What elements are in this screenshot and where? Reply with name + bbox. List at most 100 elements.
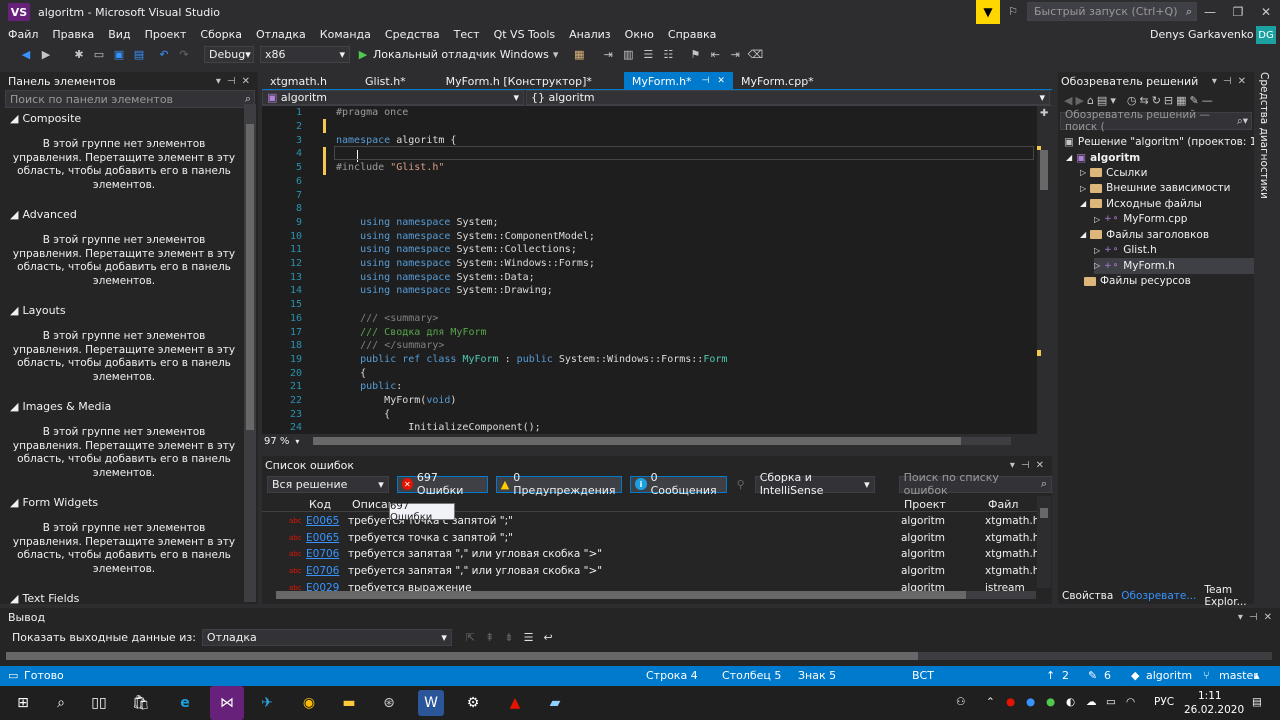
collapsed-icon[interactable]: ▷ bbox=[1094, 215, 1100, 224]
tree-item[interactable]: ▷ Ссылки bbox=[1080, 165, 1147, 181]
minimize-icon[interactable]: — bbox=[1196, 0, 1224, 24]
tray-app-icon[interactable]: ◐ bbox=[1066, 696, 1075, 708]
wifi-icon[interactable]: ◠ bbox=[1126, 696, 1135, 708]
breakpoint-window-icon[interactable]: ▥ bbox=[619, 45, 637, 63]
pin-icon[interactable]: ⊣ bbox=[702, 76, 710, 86]
code-line[interactable]: 2 bbox=[262, 120, 1037, 134]
pin-icon[interactable]: ⊣ bbox=[1249, 612, 1258, 623]
code-text[interactable]: using namespace System::ComponentModel; bbox=[336, 231, 595, 242]
maximize-icon[interactable]: ❐ bbox=[1224, 0, 1252, 24]
search-icon[interactable]: ⌕ bbox=[48, 690, 74, 716]
toolbox-group[interactable]: ◢ Composite В этой группе нет элементов у… bbox=[0, 110, 258, 206]
dropdown-icon[interactable]: ▾ bbox=[1010, 460, 1015, 471]
menu-edit[interactable]: Правка bbox=[45, 28, 101, 41]
code-line[interactable]: 21 public: bbox=[262, 380, 1037, 394]
output-source-select[interactable]: Отладка ▾ bbox=[201, 629, 452, 646]
tree-item[interactable]: ▷ +⚬ Glist.h bbox=[1094, 243, 1157, 259]
tab-solution-explorer[interactable]: Обозревате... bbox=[1117, 590, 1200, 602]
error-scope-select[interactable]: Вся решение ▾ bbox=[267, 475, 389, 493]
pencil-icon[interactable]: ✎ bbox=[1088, 669, 1097, 682]
collapse-icon[interactable]: ◢ bbox=[10, 592, 18, 605]
expanded-icon[interactable]: ◢ bbox=[1080, 230, 1086, 239]
split-icon[interactable]: ✚ bbox=[1040, 108, 1048, 119]
branch-icon[interactable]: ⑂ bbox=[1203, 669, 1210, 682]
visual-studio-icon[interactable]: ⋈ bbox=[210, 686, 244, 720]
attach-process-icon[interactable]: ▦ bbox=[570, 45, 588, 63]
people-icon[interactable]: ⚇ bbox=[956, 696, 965, 708]
errors-filter-button[interactable]: ✕ 697 Ошибки bbox=[396, 471, 488, 497]
forward-icon[interactable]: ▶ bbox=[37, 45, 55, 63]
column-code[interactable]: Код bbox=[309, 498, 331, 511]
tray-app-icon[interactable]: ● bbox=[1026, 696, 1035, 708]
chevron-down-icon[interactable]: ▾ bbox=[1110, 94, 1116, 107]
tab-team-explorer[interactable]: Team Explor... bbox=[1200, 584, 1254, 608]
error-list-scrollbar-thumb[interactable] bbox=[1040, 508, 1048, 518]
user-name[interactable]: Denys Garkavenko bbox=[1150, 28, 1254, 41]
table-row[interactable]: abc E0065 требуется точка с запятой ";" alg… bbox=[262, 513, 1039, 530]
tree-item[interactable]: ◢ Исходные файлы bbox=[1080, 196, 1202, 212]
code-line[interactable]: 11 using namespace System::Collections; bbox=[262, 243, 1037, 257]
code-line[interactable]: 6 bbox=[262, 175, 1037, 189]
notification-center-icon[interactable]: ▤ bbox=[1252, 696, 1262, 708]
feedback-flag-icon[interactable]: ▼ bbox=[976, 0, 1000, 24]
code-line[interactable]: 13 using namespace System::Data; bbox=[262, 270, 1037, 284]
error-list-hscrollbar-thumb[interactable] bbox=[276, 591, 966, 599]
close-icon[interactable]: ✕ bbox=[1252, 0, 1280, 24]
code-text[interactable]: /// Сводка для MyForm bbox=[336, 327, 486, 338]
code-line[interactable]: 24 InitializeComponent(); bbox=[262, 421, 1037, 434]
code-text[interactable]: /// <summary> bbox=[336, 313, 438, 324]
chevron-up-icon[interactable]: ⌃ bbox=[986, 696, 995, 708]
pin-icon[interactable]: ⊣ bbox=[1223, 76, 1232, 87]
new-project-icon[interactable]: ✱ bbox=[70, 45, 88, 63]
menu-debug[interactable]: Отладка bbox=[249, 28, 313, 41]
code-vertical-scrollbar[interactable]: ✚ bbox=[1037, 106, 1051, 434]
uncomment-icon[interactable]: ☷ bbox=[659, 45, 677, 63]
horizontal-scrollbar[interactable] bbox=[313, 437, 1012, 445]
solution-search-input[interactable]: Обозреватель решений — поиск ( ⌕▾ bbox=[1060, 109, 1252, 133]
code-text[interactable]: public ref class MyForm : public System:… bbox=[336, 354, 727, 365]
close-icon[interactable]: ✕ bbox=[1036, 460, 1044, 471]
onedrive-icon[interactable]: ☁ bbox=[1086, 696, 1097, 708]
code-text[interactable]: { bbox=[336, 409, 390, 420]
code-text[interactable]: using namespace System::Data; bbox=[336, 272, 535, 283]
toolbox-group-title[interactable]: Images & Media bbox=[22, 400, 111, 413]
notifications-icon[interactable]: ⚐ bbox=[1004, 2, 1022, 20]
dropdown-icon[interactable]: ▾ bbox=[216, 76, 221, 87]
menu-test[interactable]: Тест bbox=[447, 28, 487, 41]
tab-properties[interactable]: Свойства bbox=[1058, 590, 1117, 602]
messages-filter-button[interactable]: i 0 Сообщения bbox=[630, 471, 727, 497]
code-line[interactable]: 23 { bbox=[262, 407, 1037, 421]
clear-bookmarks-icon[interactable]: ⌫ bbox=[746, 45, 764, 63]
code-text[interactable]: using namespace System::Collections; bbox=[336, 244, 577, 255]
code-line[interactable]: 10 using namespace System::ComponentMode… bbox=[262, 229, 1037, 243]
build-intellisense-select[interactable]: Сборка и IntelliSense ▾ bbox=[754, 471, 875, 497]
namespace-scope-select[interactable]: {} algoritm ▾ bbox=[526, 90, 1050, 105]
expanded-icon[interactable]: ◢ bbox=[1080, 199, 1086, 208]
collapse-icon[interactable]: ◢ bbox=[10, 304, 18, 317]
chevron-down-icon[interactable]: ▾ bbox=[295, 437, 299, 446]
code-text[interactable]: /// </summary> bbox=[336, 340, 444, 351]
app-icon[interactable]: ▲ bbox=[502, 690, 528, 716]
unpublished-count[interactable]: 2 bbox=[1062, 669, 1069, 682]
code-scrollbar-thumb[interactable] bbox=[1040, 150, 1048, 190]
collapsed-icon[interactable]: ▷ bbox=[1094, 246, 1100, 255]
code-text[interactable]: MyForm(void) bbox=[336, 395, 456, 406]
error-list-hscrollbar[interactable] bbox=[276, 591, 1036, 599]
edge-icon[interactable]: e bbox=[172, 690, 198, 716]
forward-icon[interactable]: ▶ bbox=[1075, 94, 1083, 107]
open-file-icon[interactable]: ▭ bbox=[90, 45, 108, 63]
tree-item[interactable]: ▷ Внешние зависимости bbox=[1080, 181, 1230, 197]
code-line[interactable]: 9 using namespace System; bbox=[262, 216, 1037, 230]
code-line[interactable]: 18 /// </summary> bbox=[262, 339, 1037, 353]
back-icon[interactable]: ◀ bbox=[1064, 94, 1072, 107]
close-icon[interactable]: ✕ bbox=[717, 76, 725, 86]
pin-icon[interactable]: ⊣ bbox=[227, 76, 236, 87]
tray-app-icon[interactable]: ● bbox=[1006, 696, 1015, 708]
switch-views-icon[interactable]: ▤ bbox=[1097, 94, 1107, 107]
solution-root[interactable]: ▣ Решение "algoritm" (проектов: 1) bbox=[1064, 134, 1261, 150]
windows-start-icon[interactable]: ⊞ bbox=[10, 690, 36, 716]
chevron-down-icon[interactable]: ▾ bbox=[553, 48, 559, 61]
output-hscrollbar[interactable] bbox=[6, 652, 1272, 660]
code-line[interactable]: 8 bbox=[262, 202, 1037, 216]
toolbox-group[interactable]: ◢ Layouts В этой группе нет элементов упр… bbox=[0, 302, 258, 398]
